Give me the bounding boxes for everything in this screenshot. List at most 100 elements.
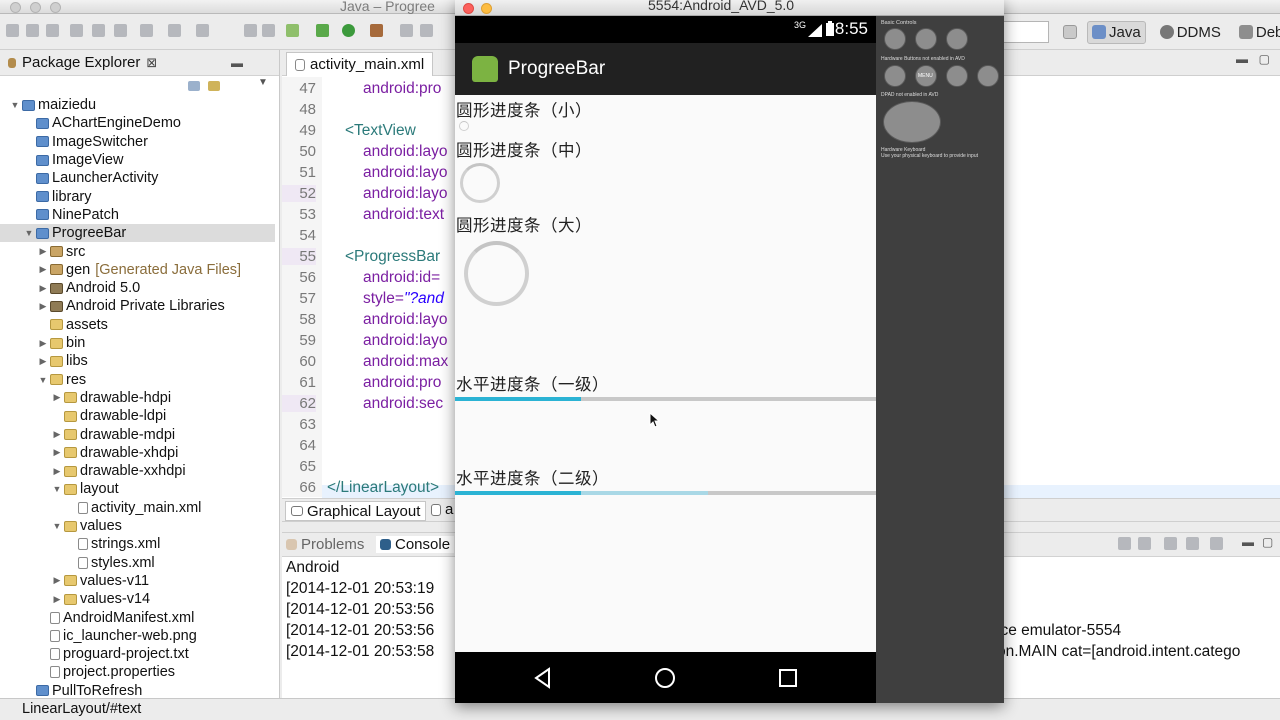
tab-activity-main-xml[interactable]: activity_main.xml <box>286 52 434 76</box>
window-close-button[interactable] <box>10 2 21 13</box>
volume-up-icon[interactable] <box>915 28 937 50</box>
save-icon[interactable] <box>26 24 39 37</box>
export-icon[interactable] <box>244 24 257 37</box>
tree-item[interactable]: proguard-project.txt <box>0 645 275 663</box>
emu-back-icon[interactable] <box>946 65 968 87</box>
minimize-view-icon[interactable]: ▬ <box>231 56 243 70</box>
tree-item[interactable]: activity_main.xml <box>0 499 275 517</box>
perspective-ddms[interactable]: DDMS <box>1156 22 1225 43</box>
tree-item[interactable]: NinePatch <box>0 206 275 224</box>
emu-home-icon[interactable] <box>884 65 906 87</box>
collapsed-twisty-icon[interactable]: ▶ <box>52 594 62 605</box>
search-icon[interactable] <box>420 24 433 37</box>
tree-item[interactable]: ▶ drawable-xxhdpi <box>0 462 275 480</box>
tree-item[interactable]: ▶ Android 5.0 <box>0 279 275 297</box>
new-android-project-icon[interactable] <box>196 24 209 37</box>
run-as-icon[interactable] <box>342 24 355 37</box>
build-icon[interactable] <box>70 24 83 37</box>
tree-item[interactable]: strings.xml <box>0 535 275 553</box>
collapsed-twisty-icon[interactable]: ▶ <box>38 356 48 367</box>
expanded-twisty-icon[interactable]: ▼ <box>38 375 48 385</box>
power-icon[interactable] <box>946 28 968 50</box>
tree-item[interactable]: ▼ ProgreeBar <box>0 224 275 243</box>
view-menu-icon[interactable]: ▼ <box>258 77 268 88</box>
tree-item[interactable]: ▶ values-v11 <box>0 572 275 590</box>
collapsed-twisty-icon[interactable]: ▶ <box>52 466 62 477</box>
collapsed-twisty-icon[interactable]: ▶ <box>38 264 48 275</box>
tree-item[interactable]: ▶ src <box>0 242 275 260</box>
tree-item[interactable]: ▶ drawable-mdpi <box>0 425 275 443</box>
tree-item[interactable]: ▶ values-v14 <box>0 590 275 608</box>
open-console-icon[interactable] <box>1210 537 1223 550</box>
tree-item[interactable]: library <box>0 188 275 206</box>
emu-menu-button[interactable]: MENU <box>915 65 937 87</box>
lint-icon[interactable] <box>168 24 181 37</box>
collapsed-twisty-icon[interactable]: ▶ <box>52 575 62 586</box>
collapsed-twisty-icon[interactable]: ▶ <box>52 429 62 440</box>
tree-item[interactable]: ▶ gen [Generated Java Files] <box>0 261 275 279</box>
pin-console-icon[interactable] <box>1164 537 1177 550</box>
maximize-console-icon[interactable]: ▢ <box>1262 535 1273 549</box>
window-minimize-button[interactable] <box>30 2 41 13</box>
emu-search-icon[interactable] <box>977 65 999 87</box>
tree-item[interactable]: ▼ values <box>0 517 275 535</box>
collapse-all-icon[interactable] <box>188 81 200 91</box>
avd-manager-icon[interactable] <box>114 24 127 37</box>
scroll-lock-icon[interactable] <box>1138 537 1151 550</box>
tab-graphical-layout[interactable]: Graphical Layout <box>285 501 427 521</box>
tab-problems[interactable]: Problems <box>286 536 364 553</box>
tree-item[interactable]: ▶ Android Private Libraries <box>0 297 275 315</box>
collapsed-twisty-icon[interactable]: ▶ <box>52 392 62 403</box>
expanded-twisty-icon[interactable]: ▼ <box>10 100 20 110</box>
tree-item[interactable]: ▶ drawable-xhdpi <box>0 444 275 462</box>
quick-access-input[interactable] <box>1003 21 1049 43</box>
tree-item[interactable]: AndroidManifest.xml <box>0 608 275 626</box>
collapsed-twisty-icon[interactable]: ▶ <box>38 283 48 294</box>
tree-item[interactable]: ic_launcher-web.png <box>0 627 275 645</box>
collapsed-twisty-icon[interactable]: ▶ <box>38 338 48 349</box>
minimize-console-icon[interactable]: ▬ <box>1242 535 1254 549</box>
tree-item[interactable]: ▼ layout <box>0 480 275 498</box>
expanded-twisty-icon[interactable]: ▼ <box>52 521 62 531</box>
collapsed-twisty-icon[interactable]: ▶ <box>52 447 62 458</box>
tree-item[interactable]: ImageView <box>0 151 275 169</box>
collapsed-twisty-icon[interactable]: ▶ <box>38 301 48 312</box>
perspective-debug[interactable]: Debug <box>1235 22 1280 43</box>
minimize-editor-icon[interactable]: ▬ <box>1236 52 1248 66</box>
volume-down-icon[interactable] <box>884 28 906 50</box>
new-icon[interactable] <box>6 24 19 37</box>
tree-item[interactable]: ▶ drawable-hdpi <box>0 389 275 407</box>
display-console-icon[interactable] <box>1186 537 1199 550</box>
tree-item[interactable]: ▼ res <box>0 371 275 389</box>
tree-item[interactable]: AChartEngineDemo <box>0 114 275 132</box>
expanded-twisty-icon[interactable]: ▼ <box>24 228 34 238</box>
tree-item[interactable]: styles.xml <box>0 554 275 572</box>
back-icon[interactable] <box>531 666 555 690</box>
debug-run-icon[interactable] <box>286 24 299 37</box>
open-perspective-icon[interactable] <box>1063 25 1077 39</box>
window-zoom-button[interactable] <box>50 2 61 13</box>
tree-item[interactable]: assets <box>0 316 275 334</box>
dpad-icon[interactable] <box>883 101 941 143</box>
maximize-editor-icon[interactable]: ▢ <box>1259 52 1270 66</box>
external-tools-icon[interactable] <box>370 24 383 37</box>
print-icon[interactable] <box>46 24 59 37</box>
tree-item[interactable]: ImageSwitcher <box>0 133 275 151</box>
debug-icon[interactable] <box>140 24 153 37</box>
tree-item[interactable]: drawable-ldpi <box>0 407 275 425</box>
android-screen[interactable]: 3G 8:55 ProgreeBar 圆形进度条（小） 圆形进度条（中） 圆形进… <box>455 16 876 703</box>
tree-item[interactable]: ▼ maiziedu <box>0 96 275 114</box>
link-with-editor-icon[interactable] <box>208 81 220 91</box>
tree-item[interactable]: ▶ bin <box>0 334 275 352</box>
collapsed-twisty-icon[interactable]: ▶ <box>38 246 48 257</box>
run-icon[interactable] <box>316 24 329 37</box>
tree-item[interactable]: project.properties <box>0 663 275 681</box>
tab-console[interactable]: Console <box>376 536 455 553</box>
android-sdk-icon[interactable] <box>92 24 105 37</box>
tree-item[interactable]: ▶ libs <box>0 352 275 370</box>
close-view-icon[interactable]: ⊠ <box>146 55 157 71</box>
emulator-minimize-button[interactable] <box>481 3 492 14</box>
tab-xml-source[interactable]: a <box>426 501 458 518</box>
recents-icon[interactable] <box>776 666 800 690</box>
expanded-twisty-icon[interactable]: ▼ <box>52 484 62 494</box>
